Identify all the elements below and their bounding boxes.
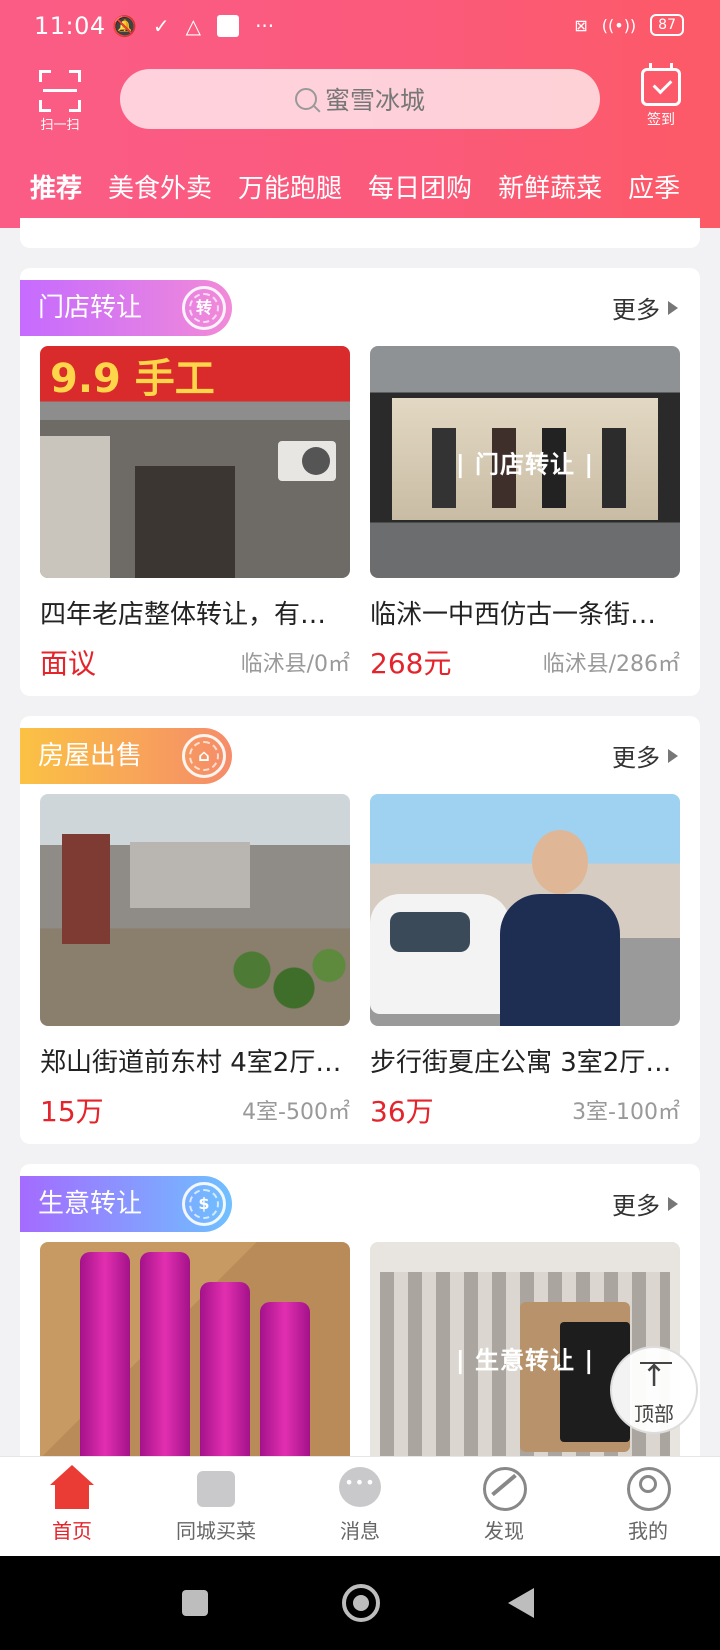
listing-title: 郑山街道前东村 4室2厅… xyxy=(40,1048,342,1078)
status-time: 11:04 xyxy=(34,12,106,40)
more-label: 更多 xyxy=(612,1192,660,1220)
nav-label: 发现 xyxy=(484,1519,524,1543)
nav-messages[interactable]: 消息 xyxy=(300,1465,420,1544)
listing-meta: 4室-500㎡ xyxy=(242,1100,350,1125)
tab-fresh-vegetables[interactable]: 新鲜蔬菜 xyxy=(498,168,602,224)
section-house-sale: 房屋出售 ⌂ 更多 郑山街道前东村 4室2厅… 15万 4室-500㎡ 步行街夏… xyxy=(20,716,700,1144)
more-link[interactable]: 更多 xyxy=(612,1186,678,1221)
nav-profile[interactable]: 我的 xyxy=(588,1465,708,1544)
compass-icon xyxy=(479,1465,529,1511)
image-overlay-text: | 门店转让 | xyxy=(455,450,595,479)
more-label: 更多 xyxy=(612,296,660,324)
mute-icon: 🔕 xyxy=(112,14,137,38)
money-icon: $ xyxy=(182,1182,226,1226)
back-to-top-label: 顶部 xyxy=(634,1402,674,1426)
calendar-check-icon xyxy=(641,63,681,106)
chat-bubble-icon xyxy=(335,1465,385,1511)
arrow-up-icon xyxy=(612,1358,696,1398)
more-label: 更多 xyxy=(612,744,660,772)
signin-label: 签到 xyxy=(647,112,675,128)
tab-recommend[interactable]: 推荐 xyxy=(30,168,82,224)
signin-button[interactable]: 签到 xyxy=(636,63,686,129)
wifi-icon: ((•)) xyxy=(601,15,637,35)
more-link[interactable]: 更多 xyxy=(612,290,678,325)
scan-icon xyxy=(39,70,81,112)
section-title: 门店转让 xyxy=(38,293,143,323)
more-link[interactable]: 更多 xyxy=(612,738,678,773)
nav-label: 同城买菜 xyxy=(176,1519,256,1543)
listing-image xyxy=(370,794,680,1026)
previous-card xyxy=(20,218,700,248)
play-arrow-icon xyxy=(668,748,678,763)
tab-food-delivery[interactable]: 美食外卖 xyxy=(108,168,212,224)
search-input[interactable]: 蜜雪冰城 xyxy=(120,69,600,129)
listing-title: 四年老店整体转让，有… xyxy=(40,600,327,630)
nav-label: 我的 xyxy=(628,1519,668,1543)
section-business-transfer: 生意转让 $ 更多 | 生意转让 | xyxy=(20,1164,700,1474)
listing-image: | 门店转让 | xyxy=(370,346,680,578)
transfer-icon: 转 xyxy=(182,286,226,330)
back-to-top-button[interactable]: 顶部 xyxy=(610,1346,698,1434)
listing-card[interactable]: 郑山街道前东村 4室2厅… 15万 4室-500㎡ xyxy=(40,794,350,1128)
home-circle-icon[interactable] xyxy=(342,1584,380,1622)
section-shop-transfer: 门店转让 转 更多 9.9 手工 四年老店整体转让，有… 面议 临沭县/0㎡ |… xyxy=(20,268,700,696)
listing-title: 步行街夏庄公寓 3室2厅… xyxy=(370,1048,672,1078)
status-icons: 🔕 ✓ △ ··· xyxy=(112,14,274,38)
status-bar: 11:04 🔕 ✓ △ ··· ⊠ ((•)) 87 xyxy=(0,0,720,56)
tab-seasonal[interactable]: 应季 xyxy=(628,168,680,224)
section-badge: 门店转让 转 xyxy=(20,280,232,336)
listing-meta: 临沭县/0㎡ xyxy=(240,652,350,677)
scan-label: 扫一扫 xyxy=(40,118,80,133)
nav-label: 消息 xyxy=(340,1519,380,1543)
listing-card[interactable]: 步行街夏庄公寓 3室2厅… 36万 3室-100㎡ xyxy=(370,794,680,1128)
listing-price: 36万 xyxy=(370,1095,434,1128)
bottom-nav: 首页 同城买菜 消息 发现 我的 xyxy=(0,1456,720,1556)
recents-icon[interactable] xyxy=(182,1590,208,1616)
battery-icon: 87 xyxy=(650,14,684,36)
listing-card[interactable] xyxy=(40,1242,350,1474)
shopping-bag-icon xyxy=(191,1465,241,1511)
more-dots-icon: ··· xyxy=(255,14,275,38)
house-icon: ⌂ xyxy=(182,734,226,778)
status-right: ⊠ ((•)) 87 xyxy=(574,14,684,36)
listing-card[interactable]: | 门店转让 | 临沭一中西仿古一条街… 268元 临沭县/286㎡ xyxy=(370,346,680,680)
listing-image xyxy=(40,1242,350,1474)
nav-grocery[interactable]: 同城买菜 xyxy=(156,1465,276,1544)
check-icon: ✓ xyxy=(152,14,170,38)
top-bar: 扫一扫 蜜雪冰城 签到 xyxy=(0,63,720,144)
home-icon xyxy=(47,1465,97,1511)
back-icon[interactable] xyxy=(508,1588,534,1618)
user-icon xyxy=(623,1465,673,1511)
listing-meta: 3室-100㎡ xyxy=(572,1100,680,1125)
scan-button[interactable]: 扫一扫 xyxy=(34,70,86,133)
listing-meta: 临沭县/286㎡ xyxy=(542,652,680,677)
listing-image: 9.9 手工 xyxy=(40,346,350,578)
play-arrow-icon xyxy=(668,1196,678,1211)
nav-discover[interactable]: 发现 xyxy=(444,1465,564,1544)
listing-price: 15万 xyxy=(40,1095,104,1128)
sim-icon: ⊠ xyxy=(574,15,588,35)
app-notification-icon xyxy=(217,15,240,37)
section-title: 房屋出售 xyxy=(38,741,143,771)
search-placeholder: 蜜雪冰城 xyxy=(324,86,425,115)
section-title: 生意转让 xyxy=(38,1189,143,1219)
nav-home[interactable]: 首页 xyxy=(12,1465,132,1544)
triangle-icon: △ xyxy=(185,14,202,38)
nav-label: 首页 xyxy=(52,1519,92,1543)
tab-errands[interactable]: 万能跑腿 xyxy=(238,168,342,224)
tab-group-buy[interactable]: 每日团购 xyxy=(368,168,472,224)
section-badge: 房屋出售 ⌂ xyxy=(20,728,232,784)
app-header: 11:04 🔕 ✓ △ ··· ⊠ ((•)) 87 扫一扫 蜜雪冰城 签到 推… xyxy=(0,0,720,228)
section-badge: 生意转让 $ xyxy=(20,1176,232,1232)
listing-title: 临沭一中西仿古一条街… xyxy=(370,600,657,630)
play-arrow-icon xyxy=(668,300,678,315)
search-icon xyxy=(294,88,317,110)
listing-price: 268元 xyxy=(370,647,452,680)
listing-image xyxy=(40,794,350,1026)
system-nav-bar xyxy=(0,1556,720,1650)
listing-price: 面议 xyxy=(40,647,97,680)
listing-card[interactable]: 9.9 手工 四年老店整体转让，有… 面议 临沭县/0㎡ xyxy=(40,346,350,680)
